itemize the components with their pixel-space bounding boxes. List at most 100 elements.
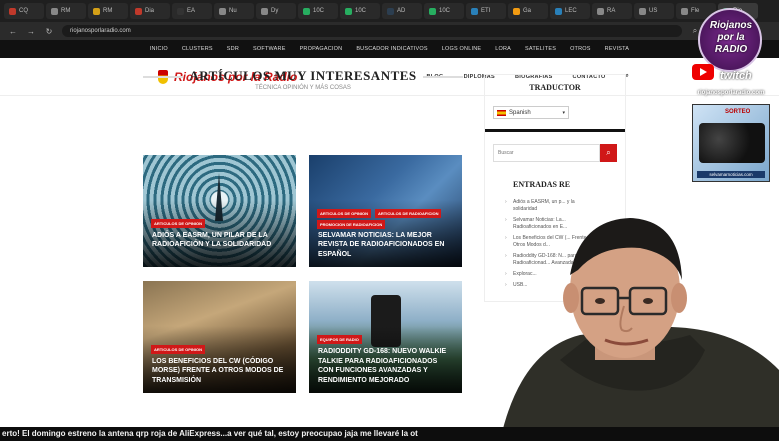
browser-tab[interactable]: US: [634, 3, 674, 19]
tab-favicon-icon: [387, 7, 394, 15]
url-field[interactable]: riojanosporlaradio.com: [62, 25, 682, 37]
category-badge[interactable]: ARTICULOS DE OPINION: [151, 218, 206, 228]
category-badge[interactable]: PROMOCION DE RADIOAFICION: [317, 219, 386, 229]
search-button[interactable]: ⌕: [599, 144, 617, 162]
tab-label: RM: [103, 8, 113, 14]
heading-rule-left: [143, 76, 183, 78]
top-nav-item[interactable]: SATELITES: [525, 46, 556, 52]
search-input[interactable]: [493, 144, 600, 162]
category-badges: ARTICULOS DE OPINION: [151, 218, 206, 228]
top-nav-item[interactable]: SOFTWARE: [253, 46, 286, 52]
browser-tab[interactable]: RM: [88, 3, 128, 19]
top-nav-item[interactable]: SDR: [227, 46, 239, 52]
tab-favicon-icon: [555, 7, 562, 15]
translator-title: TRADUCTOR: [529, 83, 581, 92]
tab-label: LEC: [565, 8, 577, 14]
tab-favicon-icon: [639, 7, 646, 15]
browser-tab[interactable]: Dia: [130, 3, 170, 19]
spain-flag-icon: [497, 109, 506, 116]
language-select[interactable]: Spanish ▾: [493, 106, 569, 119]
tab-favicon-icon: [93, 7, 100, 15]
chevron-down-icon: ▾: [562, 109, 565, 116]
browser-tab-bar: CQ RM RM Dia EA Nu Dy 10C 10C AD 10C ETI Ga LEC RA US Fl…: [0, 0, 779, 22]
ad-footer: selvamarnoticias.com: [697, 171, 765, 178]
presenter-illustration: [500, 218, 779, 441]
category-badges: EQUIPOS DE RADIO: [317, 335, 362, 344]
browser-tab[interactable]: Nu: [214, 3, 254, 19]
tab-favicon-icon: [429, 7, 436, 15]
tab-favicon-icon: [219, 7, 226, 15]
article-title[interactable]: LOS BENEFICIOS DEL CW (CÓDIGO MORSE) FRE…: [152, 357, 288, 386]
browser-tab[interactable]: LEC: [550, 3, 590, 19]
scrolling-chat-ticker: erto! El domingo estreno la antena qrp r…: [0, 427, 779, 441]
tab-label: ETI: [481, 8, 491, 14]
top-nav-item[interactable]: BUSCADOR INDICATIVOS: [356, 46, 427, 52]
ad-image: [699, 123, 765, 163]
ad-title: SORTEO: [725, 109, 751, 115]
browser-tab[interactable]: Ga: [508, 3, 548, 19]
back-icon[interactable]: ←: [8, 27, 18, 36]
tab-label: Dy: [271, 8, 279, 14]
section-title: ARTÍCULOS MUY INTERESANTES: [189, 68, 417, 83]
tab-label: AD: [397, 8, 406, 14]
overlay-logo-text: Riojanos por la RADIO: [709, 20, 753, 55]
tab-label: CQ: [19, 8, 28, 14]
tab-favicon-icon: [597, 7, 604, 15]
top-nav-item[interactable]: PROPAGACION: [300, 46, 343, 52]
sorteo-ad-banner[interactable]: SORTEO selvamarnoticias.com: [692, 104, 770, 182]
top-nav-item[interactable]: OTROS: [570, 46, 591, 52]
tab-label: Dia: [145, 8, 155, 14]
top-nav-item[interactable]: INICIO: [150, 46, 168, 52]
browser-tab[interactable]: Dy: [256, 3, 296, 19]
tab-favicon-icon: [51, 7, 58, 15]
browser-tab[interactable]: 10C: [340, 3, 380, 19]
tab-label: EA: [187, 8, 196, 14]
tab-label: Nu: [229, 8, 237, 14]
category-badge[interactable]: ARTICULOS DE RADIOAFICION: [375, 208, 442, 218]
section-heading: ARTÍCULOS MUY INTERESANTES TÉCNICA OPINI…: [143, 68, 463, 91]
header-search-icon[interactable]: ⌕: [626, 73, 629, 80]
browser-tab[interactable]: AD: [382, 3, 422, 19]
category-badge[interactable]: EQUIPOS DE RADIO: [317, 335, 362, 344]
article-card[interactable]: ARTICULOS DE OPINION ARTICULOS DE RADIOAF…: [309, 155, 462, 267]
category-badge[interactable]: ARTICULOS DE OPINION: [317, 208, 372, 218]
article-title[interactable]: SELVAMAR NOTICIAS: LA MEJOR REVISTA DE R…: [318, 231, 454, 260]
tab-favicon-icon: [513, 7, 520, 15]
browser-tab[interactable]: EA: [172, 3, 212, 19]
browser-tab[interactable]: ETI: [466, 3, 506, 19]
tab-favicon-icon: [9, 7, 16, 15]
browser-tab[interactable]: 10C: [298, 3, 338, 19]
article-card[interactable]: ARTICULOS DE OPINION LOS BENEFICIOS DEL C…: [143, 281, 296, 393]
browser-tab[interactable]: RA: [592, 3, 632, 19]
top-nav-item[interactable]: LORA: [495, 46, 511, 52]
forward-icon[interactable]: →: [26, 27, 36, 36]
reload-icon[interactable]: ↻: [44, 27, 54, 36]
tab-favicon-icon: [135, 7, 142, 15]
top-nav: INICIO CLUSTERS SDR SOFTWARE PROPAGACION BUSC…: [0, 40, 779, 58]
search-icon: ⌕: [606, 148, 611, 157]
tab-label: 10C: [355, 8, 367, 14]
widget-divider: [485, 129, 625, 132]
category-badge[interactable]: ARTICULOS DE OPINION: [151, 344, 206, 354]
article-card[interactable]: ARTICULOS DE OPINION ADIÓS A EASRM, UN PI…: [143, 155, 296, 267]
category-badges: ARTICULOS DE OPINION ARTICULOS DE RADIOAF…: [317, 208, 457, 229]
tab-favicon-icon: [303, 7, 310, 15]
tab-favicon-icon: [471, 7, 478, 15]
article-title[interactable]: RADIODDITY GD-168: NUEVO WALKIE TALKIE P…: [318, 347, 454, 385]
top-nav-item[interactable]: CLUSTERS: [182, 46, 213, 52]
heading-rule-right: [423, 76, 463, 78]
browser-tab[interactable]: CQ: [4, 3, 44, 19]
overlay-domain: riojanosporlaradio.com: [697, 90, 765, 96]
category-badges: ARTICULOS DE OPINION: [151, 344, 206, 354]
top-nav-item[interactable]: REVISTA: [605, 46, 630, 52]
webcam-presenter: [490, 200, 779, 441]
browser-tab[interactable]: RM: [46, 3, 86, 19]
language-value: Spanish: [509, 109, 531, 116]
tab-favicon-icon: [177, 7, 184, 15]
tab-label: 10C: [439, 8, 451, 14]
top-nav-item[interactable]: LOGS ONLINE: [442, 46, 482, 52]
article-title[interactable]: ADIÓS A EASRM, UN PILAR DE LA RADIOAFICI…: [152, 231, 288, 250]
search-form: ⌕: [493, 144, 617, 162]
article-card[interactable]: EQUIPOS DE RADIO RADIODDITY GD-168: NUEVO…: [309, 281, 462, 393]
browser-tab[interactable]: 10C: [424, 3, 464, 19]
